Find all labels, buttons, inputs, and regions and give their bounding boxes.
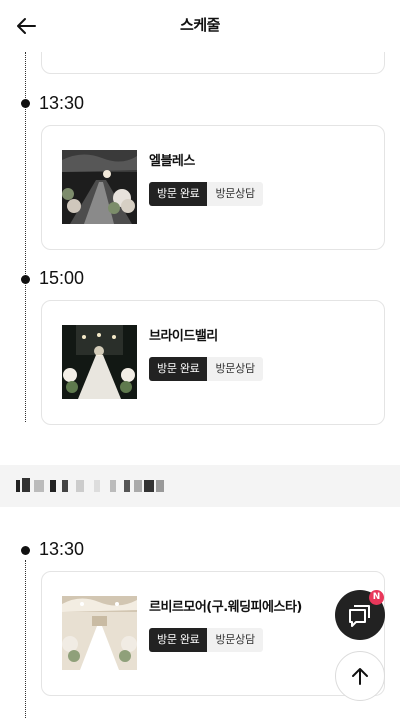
schedule-card[interactable]: 르비르모어(구.웨딩피에스타) 방문 완료 방문상담 <box>41 571 385 696</box>
venue-name: 르비르모어(구.웨딩피에스타) <box>149 600 302 615</box>
venue-thumbnail <box>62 150 137 224</box>
visit-done-badge: 방문 완료 <box>149 357 208 381</box>
schedule-time: 15:00 <box>39 268 85 288</box>
venue-name: 엘블레스 <box>149 154 195 169</box>
venue-thumbnail <box>62 596 137 670</box>
chat-new-badge: N <box>369 590 384 605</box>
timeline-dot <box>21 275 30 284</box>
timeline-dot <box>21 546 30 555</box>
visit-done-badge: 방문 완료 <box>149 628 208 652</box>
visit-consult-badge: 방문상담 <box>207 357 263 381</box>
visit-consult-badge: 방문상담 <box>207 182 263 206</box>
schedule-card[interactable]: 엘블레스 방문 완료 방문상담 <box>41 125 385 250</box>
schedule-time: 13:30 <box>39 93 85 113</box>
chat-bubble-icon <box>349 605 370 627</box>
status-tags: 방문 완료 방문상담 <box>149 357 263 381</box>
venue-thumbnail <box>62 325 137 399</box>
schedule-time: 13:30 <box>39 539 85 559</box>
status-tags: 방문 완료 방문상담 <box>149 628 263 652</box>
visit-consult-badge: 방문상담 <box>207 628 263 652</box>
app-header: 스케줄 <box>0 0 400 52</box>
date-label-redacted <box>16 478 164 492</box>
venue-name: 브라이드밸리 <box>149 329 218 344</box>
date-separator <box>0 465 400 507</box>
timeline-line <box>25 560 26 718</box>
timeline-dot <box>21 99 30 108</box>
scroll-top-button[interactable] <box>335 651 385 701</box>
schedule-card[interactable]: 브라이드밸리 방문 완료 방문상담 <box>41 300 385 425</box>
visit-done-badge: 방문 완료 <box>149 182 208 206</box>
page-title: 스케줄 <box>180 16 220 34</box>
arrow-up-icon <box>352 668 368 685</box>
status-tags: 방문 완료 방문상담 <box>149 182 263 206</box>
